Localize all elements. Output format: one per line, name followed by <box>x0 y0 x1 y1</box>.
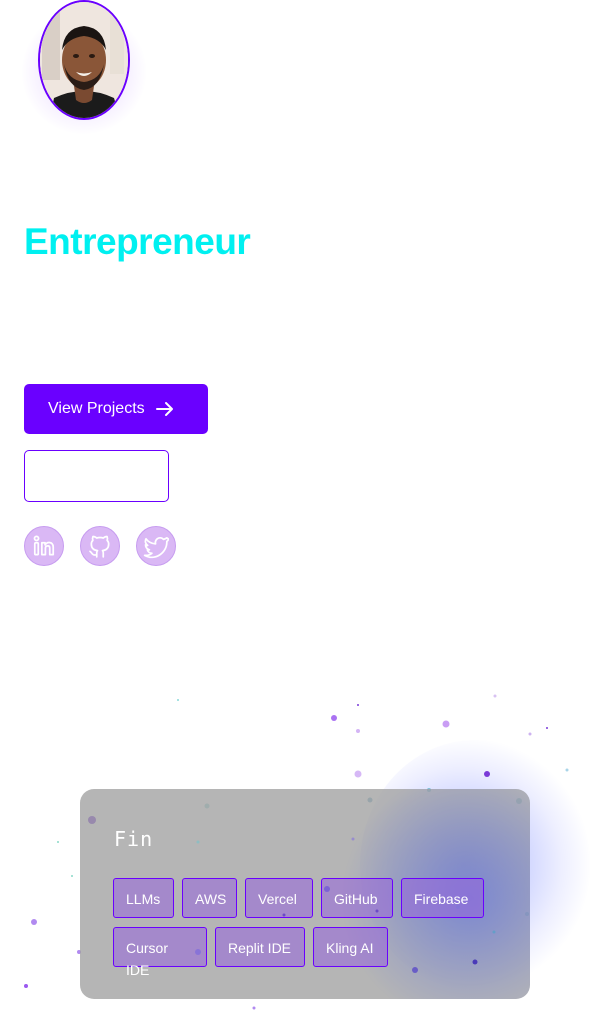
twitter-icon <box>143 536 169 559</box>
tech-tag: Vercel <box>245 878 313 918</box>
particle <box>484 771 490 777</box>
tech-tag: AWS <box>182 878 237 918</box>
tech-tag: Firebase <box>401 878 484 918</box>
particle <box>196 840 200 844</box>
avatar <box>38 0 130 120</box>
twitter-link[interactable] <box>136 526 176 566</box>
particle <box>493 694 497 698</box>
card-title: Fin <box>114 827 154 851</box>
tech-tag: Kling AI <box>313 927 388 967</box>
view-projects-button[interactable]: View Projects <box>24 384 208 434</box>
particle <box>546 727 548 729</box>
particle <box>57 841 59 843</box>
github-link[interactable] <box>80 526 120 566</box>
linkedin-link[interactable] <box>24 526 64 566</box>
particle <box>412 967 418 973</box>
particle <box>24 984 28 988</box>
secondary-button[interactable] <box>24 450 169 502</box>
particle <box>351 837 355 841</box>
page-title: Entrepreneur <box>24 221 251 262</box>
avatar-photo <box>40 2 128 118</box>
particle <box>472 959 478 965</box>
view-projects-label: View Projects <box>48 400 145 417</box>
linkedin-icon <box>33 535 55 556</box>
particle <box>177 699 179 701</box>
particle <box>331 715 337 721</box>
tech-tag: Cursor IDE <box>113 927 207 978</box>
particle <box>357 704 359 706</box>
particle <box>442 720 450 728</box>
tech-tag: GitHub <box>321 878 393 918</box>
particle <box>31 919 37 925</box>
project-card[interactable]: Fin LLMs AWS Vercel GitHub Firebase Curs… <box>80 789 530 999</box>
particle <box>71 875 73 877</box>
tech-tag: LLMs <box>113 878 174 918</box>
particle <box>252 1006 256 1010</box>
particle <box>354 770 362 778</box>
arrow-right-icon <box>155 399 175 419</box>
tech-tag: Replit IDE <box>215 927 305 967</box>
github-icon <box>89 535 110 558</box>
particle <box>492 930 496 934</box>
particle <box>528 732 532 736</box>
particle <box>565 768 569 772</box>
particle <box>356 729 360 733</box>
